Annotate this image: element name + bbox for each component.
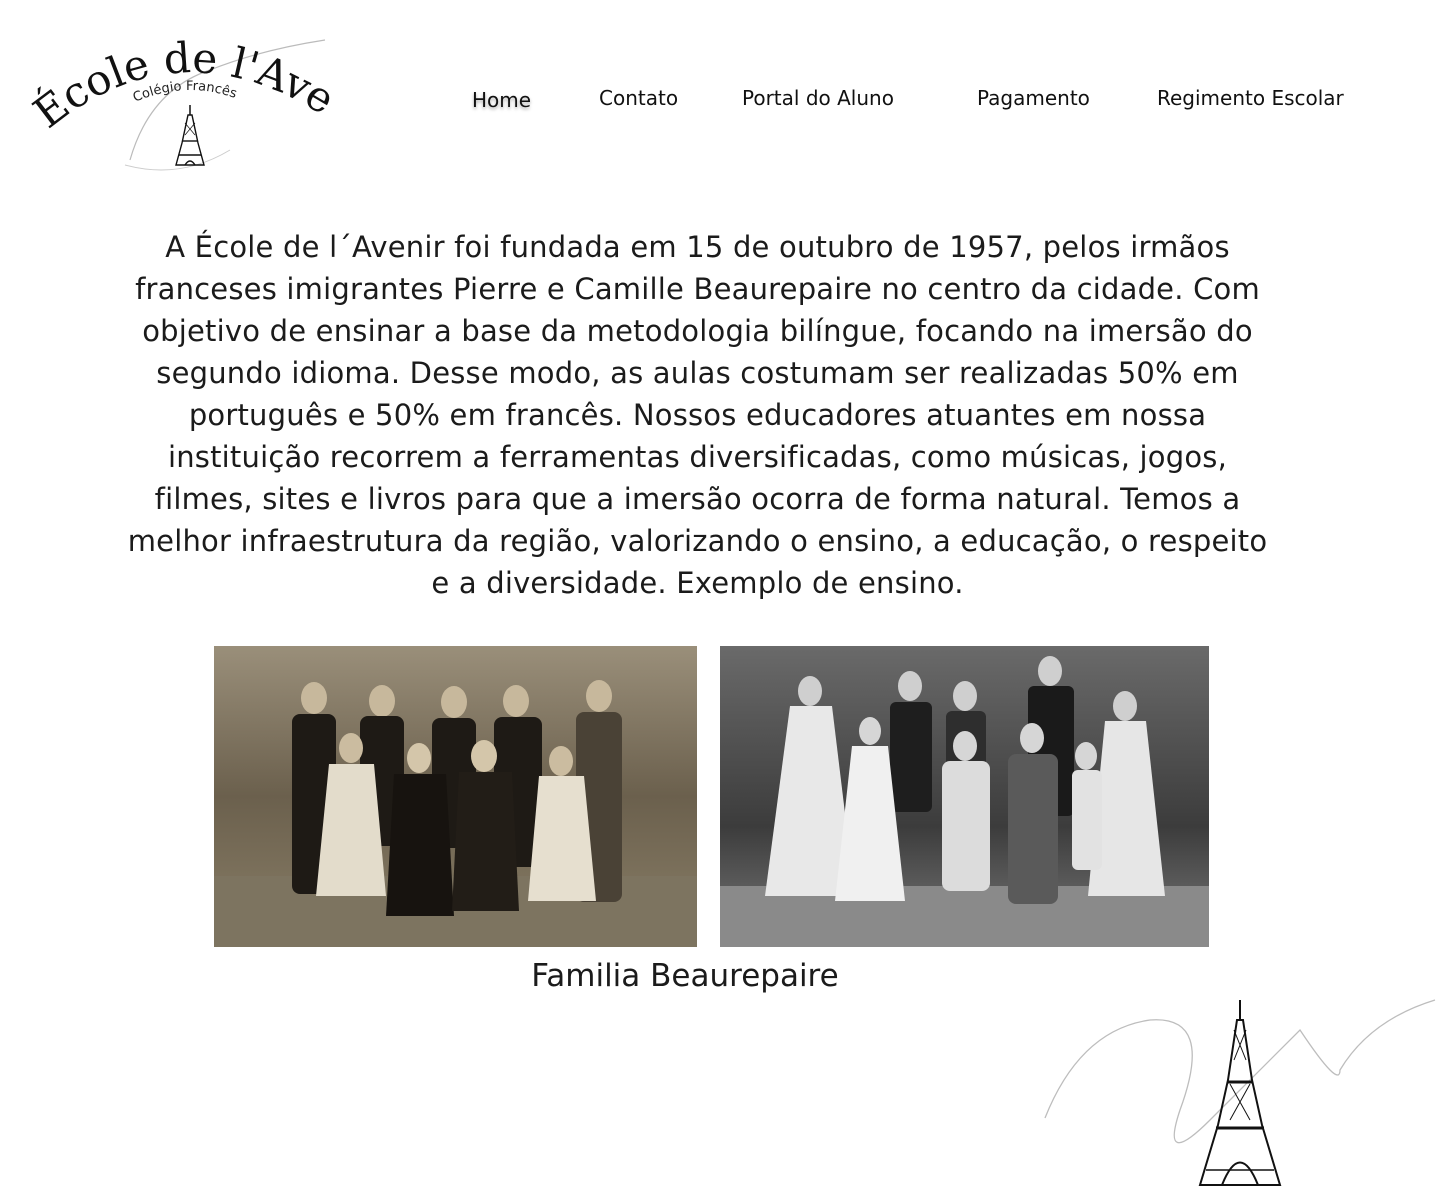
decorative-flourish bbox=[1040, 990, 1440, 1200]
main-nav: Home Contato Portal do Aluno Pagamento R… bbox=[0, 86, 1440, 116]
nav-portal-do-aluno-link[interactable]: Portal do Aluno bbox=[742, 86, 894, 110]
nav-regimento-escolar-link[interactable]: Regimento Escolar bbox=[1157, 86, 1344, 110]
nav-home-link[interactable]: Home bbox=[472, 88, 531, 112]
eiffel-tower-icon bbox=[1198, 1000, 1282, 1186]
intro-paragraph: A École de l´Avenir foi fundada em 15 de… bbox=[127, 230, 1268, 600]
nav-pagamento-link[interactable]: Pagamento bbox=[977, 86, 1090, 110]
family-photo-bw bbox=[720, 646, 1209, 947]
family-photo-sepia bbox=[214, 646, 697, 947]
nav-contato-link[interactable]: Contato bbox=[599, 86, 678, 110]
photo-caption: Familia Beaurepaire bbox=[531, 958, 839, 994]
